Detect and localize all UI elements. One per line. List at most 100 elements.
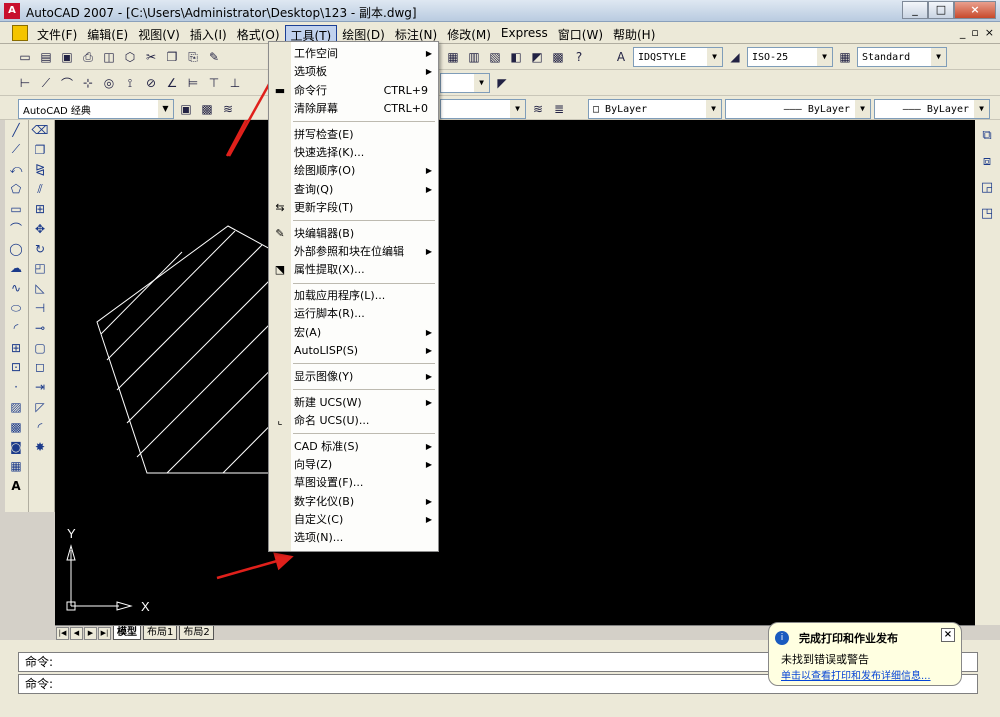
tab-layout2[interactable]: 布局2 bbox=[179, 626, 214, 640]
aligned-dim-icon[interactable]: ⟋ bbox=[37, 74, 55, 92]
next-tab-icon[interactable]: ▶ bbox=[84, 626, 97, 640]
last-tab-icon[interactable]: ▶| bbox=[98, 626, 111, 640]
publish-icon[interactable]: ⬡ bbox=[121, 48, 139, 66]
lineweight-select[interactable]: ——— ByLayer ▼ bbox=[874, 99, 990, 119]
join-icon[interactable]: ⇥ bbox=[29, 377, 51, 397]
maximize-button[interactable]: □ bbox=[928, 1, 954, 19]
preview-icon[interactable]: ◫ bbox=[100, 48, 118, 66]
break-at-point-icon[interactable]: ▢ bbox=[29, 338, 51, 358]
doc-close-button[interactable]: × bbox=[985, 26, 994, 39]
menu-item[interactable]: 窗口(W) bbox=[553, 25, 608, 46]
minimize-button[interactable]: _ bbox=[902, 1, 928, 19]
tools-menu-item[interactable]: ⇆ 更新字段(T) bbox=[269, 199, 438, 217]
first-tab-icon[interactable]: |◀ bbox=[56, 626, 69, 640]
region-icon[interactable]: ◙ bbox=[5, 437, 27, 457]
make-current-icon[interactable]: ≣ bbox=[550, 100, 568, 118]
rotate-icon[interactable]: ↻ bbox=[29, 239, 51, 259]
trim-icon[interactable]: ⊣ bbox=[29, 298, 51, 318]
layer-manager-icon[interactable]: ≋ bbox=[219, 100, 237, 118]
tools-menu-item[interactable]: 工作空间 ▶ bbox=[269, 45, 438, 63]
text-style-select[interactable]: IDQSTYLE ▼ bbox=[633, 47, 723, 67]
paste-icon[interactable]: ⎘ bbox=[184, 48, 202, 66]
tools-menu-item[interactable]: 拼写检查(E) bbox=[269, 126, 438, 144]
calculator-icon[interactable]: ▩ bbox=[549, 48, 567, 66]
chamfer-icon[interactable]: ◸ bbox=[29, 397, 51, 417]
polyline-icon[interactable]: ⤺ bbox=[5, 160, 27, 180]
hatch-icon[interactable]: ▨ bbox=[5, 397, 27, 417]
table-icon[interactable]: ▦ bbox=[5, 457, 27, 477]
insert-block-icon[interactable]: ⊞ bbox=[5, 338, 27, 358]
baseline-dim-icon[interactable]: ⊤ bbox=[205, 74, 223, 92]
jogged-dim-icon[interactable]: ⟟ bbox=[121, 74, 139, 92]
tools-menu-item[interactable]: 清除屏幕 CTRL+0 bbox=[269, 100, 438, 118]
tab-layout1[interactable]: 布局1 bbox=[143, 626, 178, 640]
array-icon[interactable]: ⊞ bbox=[29, 199, 51, 219]
dim-style-combo[interactable]: ▼ bbox=[440, 73, 490, 93]
tools-menu-item[interactable]: 自定义(C) ▶ bbox=[269, 511, 438, 529]
workspace-select[interactable]: AutoCAD 经典 ▼ bbox=[18, 99, 174, 119]
balloon-close-button[interactable]: × bbox=[941, 628, 955, 642]
drawing-area[interactable]: Y X bbox=[55, 57, 975, 625]
sheet-set-icon[interactable]: ◧ bbox=[507, 48, 525, 66]
revcloud-icon[interactable]: ☁ bbox=[5, 259, 27, 279]
scale-icon[interactable]: ◰ bbox=[29, 259, 51, 279]
color-select[interactable]: □ ByLayer ▼ bbox=[588, 99, 722, 119]
rectangle-icon[interactable]: ▭ bbox=[5, 199, 27, 219]
construction-line-icon[interactable]: ⟋ bbox=[5, 140, 27, 160]
tools-menu-item[interactable]: 选项(N)... bbox=[269, 529, 438, 547]
save-workspace-icon[interactable]: ▩ bbox=[198, 100, 216, 118]
doc-minimize-button[interactable]: _ bbox=[960, 26, 966, 39]
menu-item[interactable]: 帮助(H) bbox=[608, 25, 660, 46]
tools-menu-item[interactable]: AutoLISP(S) ▶ bbox=[269, 342, 438, 360]
line-icon[interactable]: ╱ bbox=[5, 120, 27, 140]
table-style-select[interactable]: Standard ▼ bbox=[857, 47, 947, 67]
tab-model[interactable]: 模型 bbox=[113, 626, 141, 640]
cut-icon[interactable]: ✂ bbox=[142, 48, 160, 66]
linetype-select[interactable]: ——— ByLayer ▼ bbox=[725, 99, 871, 119]
layer-previous-icon[interactable]: ≋ bbox=[529, 100, 547, 118]
tools-menu-item[interactable]: 加载应用程序(L)... bbox=[269, 287, 438, 305]
linear-dim-icon[interactable]: ⊢ bbox=[16, 74, 34, 92]
dim-update-icon[interactable]: ◤ bbox=[493, 74, 511, 92]
radius-dim-icon[interactable]: ◎ bbox=[100, 74, 118, 92]
properties-icon[interactable]: ▦ bbox=[444, 48, 462, 66]
copy-icon[interactable]: ❐ bbox=[163, 48, 181, 66]
diameter-dim-icon[interactable]: ⊘ bbox=[142, 74, 160, 92]
angular-dim-icon[interactable]: ∠ bbox=[163, 74, 181, 92]
open-icon[interactable]: ▤ bbox=[37, 48, 55, 66]
prev-tab-icon[interactable]: ◀ bbox=[70, 626, 83, 640]
tools-menu-item[interactable]: 快速选择(K)... bbox=[269, 144, 438, 162]
tools-menu-item[interactable]: ✎ 块编辑器(B) bbox=[269, 225, 438, 243]
send-back-icon[interactable]: ⧈ bbox=[976, 150, 998, 172]
tools-menu-item[interactable]: 草图设置(F)... bbox=[269, 474, 438, 492]
tools-menu-item[interactable]: 显示图像(Y) ▶ bbox=[269, 368, 438, 386]
help-icon[interactable]: ? bbox=[570, 48, 588, 66]
tools-menu-item[interactable]: 选项板 ▶ bbox=[269, 63, 438, 81]
autocad-app-icon[interactable]: A bbox=[4, 3, 20, 19]
spline-icon[interactable]: ∿ bbox=[5, 278, 27, 298]
menu-item[interactable]: 文件(F) bbox=[32, 25, 82, 46]
tools-menu-item[interactable]: ⌞ 命名 UCS(U)... bbox=[269, 412, 438, 430]
stretch-icon[interactable]: ◺ bbox=[29, 278, 51, 298]
menu-item[interactable]: Express bbox=[496, 25, 553, 46]
table-style-icon[interactable]: ▦ bbox=[836, 48, 854, 66]
menu-item[interactable]: 修改(M) bbox=[442, 25, 496, 46]
polygon-icon[interactable]: ⬠ bbox=[5, 179, 27, 199]
offset-icon[interactable]: ⫽ bbox=[29, 179, 51, 199]
continue-dim-icon[interactable]: ⊥ bbox=[226, 74, 244, 92]
ordinate-dim-icon[interactable]: ⊹ bbox=[79, 74, 97, 92]
document-icon[interactable] bbox=[12, 25, 28, 41]
quick-dim-icon[interactable]: ⊨ bbox=[184, 74, 202, 92]
tools-menu-item[interactable]: 数字化仪(B) ▶ bbox=[269, 493, 438, 511]
plot-icon[interactable]: ⎙ bbox=[79, 48, 97, 66]
tools-menu-item[interactable]: 运行脚本(R)... bbox=[269, 305, 438, 323]
balloon-details-link[interactable]: 单击以查看打印和发布详细信息... bbox=[781, 667, 931, 682]
mirror-icon[interactable]: ⧎ bbox=[29, 160, 51, 180]
design-center-icon[interactable]: ▥ bbox=[465, 48, 483, 66]
erase-icon[interactable]: ⌫ bbox=[29, 120, 51, 140]
dim-style-icon[interactable]: ◢ bbox=[726, 48, 744, 66]
ellipse-arc-icon[interactable]: ◜ bbox=[5, 318, 27, 338]
circle-icon[interactable]: ◯ bbox=[5, 239, 27, 259]
move-icon[interactable]: ✥ bbox=[29, 219, 51, 239]
point-icon[interactable]: · bbox=[5, 377, 27, 397]
